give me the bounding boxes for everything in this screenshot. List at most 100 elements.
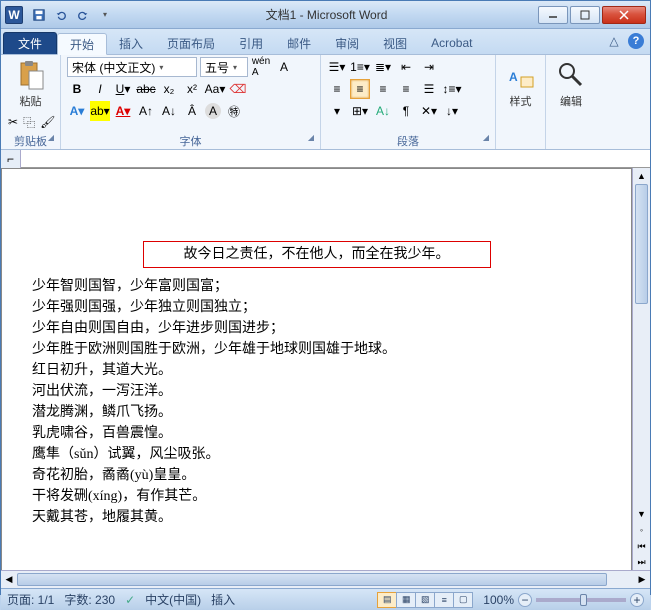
format-painter-icon[interactable]: 🖌 [39, 112, 56, 132]
fullscreen-read-icon[interactable]: ▦ [396, 592, 416, 608]
tab-view[interactable]: 视图 [371, 32, 419, 54]
clear-format-icon[interactable]: ⌫ [228, 79, 248, 99]
italic-button[interactable]: I [90, 79, 110, 99]
underline-button[interactable]: U▾ [113, 79, 133, 99]
web-layout-icon[interactable]: ▧ [415, 592, 435, 608]
char-border-icon[interactable]: A [274, 57, 294, 77]
scroll-left-icon[interactable]: ◀ [1, 571, 17, 588]
border-icon[interactable]: ⊞▾ [350, 101, 370, 121]
text-effect-icon[interactable]: A▾ [67, 101, 87, 121]
vertical-scrollbar[interactable]: ▲ ▼ ◦ ⏮ ⏭ [632, 168, 650, 570]
highlighted-line[interactable]: 故今日之责任，不在他人，而全在我少年。 [143, 241, 491, 268]
prev-page-icon[interactable]: ⏮ [633, 538, 650, 554]
horizontal-ruler[interactable]: ⌐ [1, 150, 650, 168]
grow-font-icon[interactable]: A↑ [136, 101, 156, 121]
file-tab[interactable]: 文件 [3, 32, 57, 54]
tab-review[interactable]: 审阅 [323, 32, 371, 54]
text-line[interactable]: 少年自由则国自由，少年进步则国进步； [32, 318, 601, 339]
text-line[interactable]: 奇花初胎，矞矞(yù)皇皇。 [32, 465, 601, 486]
ribbon-tabs: 文件 开始 插入 页面布局 引用 邮件 审阅 视图 Acrobat △ ? [1, 29, 650, 54]
paragraph-label: 段落 [327, 133, 489, 149]
horizontal-scrollbar[interactable]: ◀ ▶ [1, 570, 650, 588]
subscript-button[interactable]: x₂ [159, 79, 179, 99]
char-scale-icon[interactable]: Â [182, 101, 202, 121]
tab-insert[interactable]: 插入 [107, 32, 155, 54]
text-line[interactable]: 红日初升，其道大光。 [32, 360, 601, 381]
tab-home[interactable]: 开始 [57, 33, 107, 55]
document-canvas[interactable]: 故今日之责任，不在他人，而全在我少年。 少年智则国智，少年富则国富； 少年强则国… [1, 168, 632, 570]
align-left-icon[interactable]: ≡ [327, 79, 347, 99]
language-indicator[interactable]: 中文(中国) [145, 591, 201, 608]
shading-icon[interactable]: ▾ [327, 101, 347, 121]
tab-selector-icon[interactable]: ⌐ [1, 150, 21, 168]
next-page-icon[interactable]: ⏭ [633, 554, 650, 570]
strike-button[interactable]: abc [136, 79, 156, 99]
shrink-font-icon[interactable]: A↓ [159, 101, 179, 121]
tab-mail[interactable]: 邮件 [275, 32, 323, 54]
char-shading-icon[interactable]: A [205, 103, 221, 119]
numbering-icon[interactable]: 1≡▾ [350, 57, 370, 77]
indent-right-icon[interactable]: ⇥ [419, 57, 439, 77]
browse-object-icon[interactable]: ◦ [633, 522, 650, 538]
indent-left-icon[interactable]: ⇤ [396, 57, 416, 77]
superscript-button[interactable]: x² [182, 79, 202, 99]
redo-icon[interactable] [73, 5, 93, 25]
text-line[interactable]: 河出伏流，一泻汪洋。 [32, 381, 601, 402]
tab-layout[interactable]: 页面布局 [155, 32, 227, 54]
justify-icon[interactable]: ≡ [396, 79, 416, 99]
text-line[interactable]: 少年强则国强，少年独立则国独立； [32, 297, 601, 318]
styles-button[interactable]: A 样式 [502, 57, 539, 111]
font-name-combo[interactable]: 宋体 (中文正文)▾ [67, 57, 197, 77]
align-center-icon[interactable]: ≡ [350, 79, 370, 99]
qat-dropdown-icon[interactable]: ▾ [95, 5, 115, 25]
insert-mode[interactable]: 插入 [211, 591, 235, 608]
scroll-right-icon[interactable]: ▶ [634, 571, 650, 588]
bullets-icon[interactable]: ☰▾ [327, 57, 347, 77]
minimize-button[interactable] [538, 6, 568, 24]
draft-icon[interactable]: ▢ [453, 592, 473, 608]
bold-button[interactable]: B [67, 79, 87, 99]
text-line[interactable]: 少年智则国智，少年富则国富； [32, 276, 601, 297]
print-layout-icon[interactable]: ▤ [377, 592, 397, 608]
text-line[interactable]: 干将发硎(xíng)，有作其芒。 [32, 486, 601, 507]
zoom-slider[interactable] [536, 598, 626, 602]
para-dropdown-icon[interactable]: ↓▾ [442, 101, 462, 121]
minimize-ribbon-icon[interactable]: △ [606, 33, 622, 49]
tab-acrobat[interactable]: Acrobat [419, 32, 484, 54]
close-button[interactable] [602, 6, 646, 24]
save-icon[interactable] [29, 5, 49, 25]
tab-references[interactable]: 引用 [227, 32, 275, 54]
scroll-up-icon[interactable]: ▲ [633, 168, 650, 184]
editing-button[interactable]: 编辑 [552, 57, 590, 111]
phonetic-icon[interactable]: wénA [251, 57, 271, 77]
asian-layout-icon[interactable]: ✕▾ [419, 101, 439, 121]
font-size-combo[interactable]: 五号▾ [200, 57, 248, 77]
sort-icon[interactable]: A↓ [373, 101, 393, 121]
highlight-icon[interactable]: ab▾ [90, 101, 110, 121]
multilevel-icon[interactable]: ≣▾ [373, 57, 393, 77]
paste-button[interactable]: 粘贴 [7, 57, 54, 111]
distribute-icon[interactable]: ☰ [419, 79, 439, 99]
text-line[interactable]: 少年胜于欧洲则国胜于欧洲，少年雄于地球则国雄于地球。 [32, 339, 601, 360]
scroll-thumb-h[interactable] [17, 573, 607, 586]
line-spacing-icon[interactable]: ↕≡▾ [442, 79, 462, 99]
text-line[interactable]: 天戴其苍，地履其黄。 [32, 507, 601, 528]
outline-icon[interactable]: ≡ [434, 592, 454, 608]
cut-icon[interactable]: ✂ [7, 112, 19, 132]
change-case-icon[interactable]: Aa▾ [205, 79, 225, 99]
text-line[interactable]: 乳虎啸谷，百兽震惶。 [32, 423, 601, 444]
text-line[interactable]: 潜龙腾渊，鳞爪飞扬。 [32, 402, 601, 423]
word-count[interactable]: 字数: 230 [64, 591, 115, 608]
maximize-button[interactable] [570, 6, 600, 24]
font-color-icon[interactable]: A▾ [113, 101, 133, 121]
help-icon[interactable]: ? [628, 33, 644, 49]
show-marks-icon[interactable]: ¶ [396, 101, 416, 121]
scroll-down-icon[interactable]: ▼ [633, 506, 650, 522]
page-indicator[interactable]: 页面: 1/1 [7, 591, 54, 608]
text-line[interactable]: 鹰隼（sǔn）试翼，风尘吸张。 [32, 444, 601, 465]
scroll-thumb[interactable] [635, 184, 648, 304]
align-right-icon[interactable]: ≡ [373, 79, 393, 99]
undo-icon[interactable] [51, 5, 71, 25]
copy-icon[interactable]: ⿻ [22, 112, 36, 132]
enclose-char-icon[interactable]: ㊕ [224, 101, 244, 121]
